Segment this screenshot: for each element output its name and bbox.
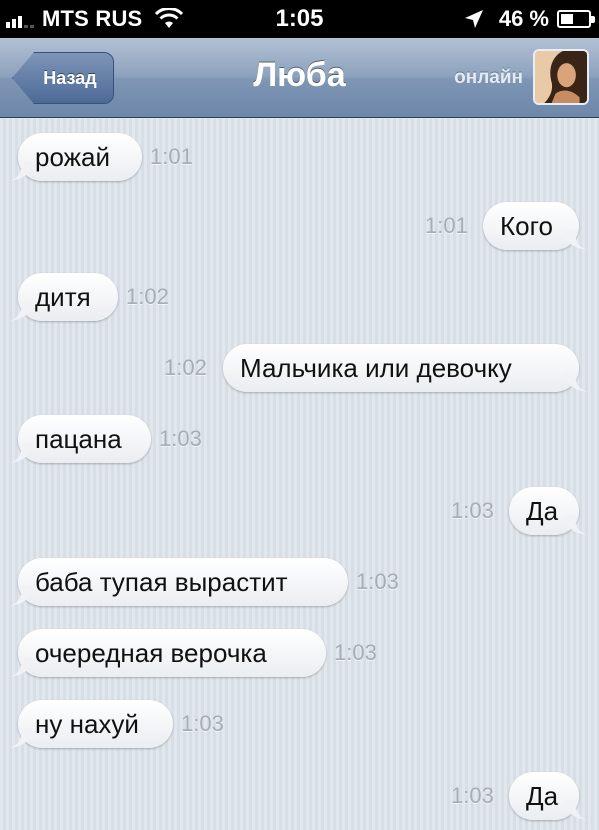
nav-bar: Назад Люба онлайн — [0, 38, 599, 118]
message-time: 1:03 — [334, 640, 377, 665]
message-bubble[interactable]: дитя — [18, 273, 118, 321]
message-text: очередная верочка — [35, 638, 267, 668]
presence-status: онлайн — [454, 67, 523, 88]
message-time: 1:02 — [164, 355, 207, 380]
conversation: рожай 1:01 1:01 Кого дитя 1:02 1:02 Маль… — [0, 119, 599, 830]
message-bubble[interactable]: Кого — [483, 202, 579, 250]
message-bubble[interactable]: ну нахуй — [18, 700, 173, 748]
battery-percent: 46 % — [498, 6, 549, 31]
message-text: Мальчика или девочку — [240, 353, 512, 383]
message-bubble[interactable]: очередная верочка — [18, 629, 326, 677]
message-bubble[interactable]: баба тупая вырастит — [18, 558, 348, 606]
message-time: 1:03 — [159, 426, 202, 451]
message-time: 1:03 — [451, 498, 494, 523]
message-text: рожай — [35, 142, 111, 172]
message-bubble[interactable]: Да — [509, 772, 579, 820]
battery-icon — [557, 10, 595, 28]
status-bar: MTS RUS 1:05 46 % — [0, 0, 599, 38]
message-time: 1:02 — [126, 284, 169, 309]
message-bubble[interactable]: пацана — [18, 415, 151, 463]
message-time: 1:01 — [150, 144, 193, 169]
status-right: 46 % — [463, 6, 595, 32]
message-text: Кого — [500, 211, 553, 241]
message-time: 1:03 — [181, 711, 224, 736]
message-time: 1:03 — [356, 569, 399, 594]
location-arrow-icon — [464, 10, 483, 28]
message-text: Да — [526, 781, 559, 811]
message-text: Да — [526, 496, 559, 526]
avatar-photo — [535, 51, 587, 103]
message-bubble[interactable]: рожай — [18, 133, 142, 181]
avatar[interactable] — [533, 49, 589, 105]
message-text: ну нахуй — [35, 709, 139, 739]
message-text: пацана — [35, 424, 122, 454]
message-text: баба тупая вырастит — [35, 567, 288, 597]
message-bubble[interactable]: Да — [509, 487, 579, 535]
message-text: дитя — [35, 282, 91, 312]
message-time: 1:01 — [425, 213, 468, 238]
message-bubble[interactable]: Мальчика или девочку — [223, 344, 579, 392]
battery-fill — [561, 14, 573, 24]
message-time: 1:03 — [451, 783, 494, 808]
